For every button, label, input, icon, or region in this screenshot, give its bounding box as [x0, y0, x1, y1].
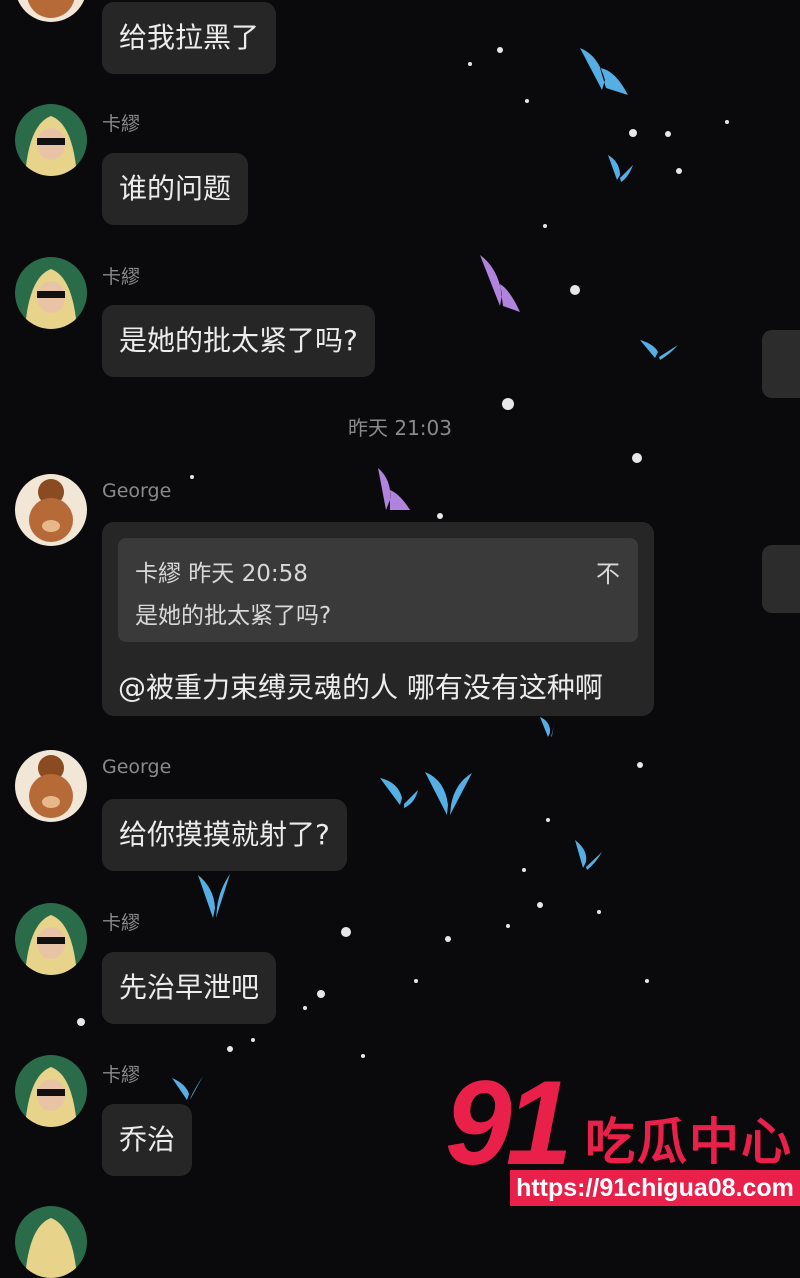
quote-close-glyph[interactable]: 不	[596, 554, 620, 589]
sender-name: 卡繆	[102, 1064, 141, 1086]
quote-header: 卡繆 昨天 20:58	[135, 561, 308, 587]
message-bubble[interactable]: 谁的问题	[102, 153, 249, 225]
blonde-avatar-icon	[15, 1206, 87, 1278]
message-text: 给你摸摸就射了?	[119, 818, 330, 851]
message-bubble[interactable]: 先治早泄吧	[102, 952, 277, 1024]
avatar[interactable]	[15, 750, 87, 822]
sender-name: 卡繆	[102, 113, 141, 135]
message-text: 是她的批太紧了吗?	[119, 324, 358, 357]
message-text: 乔治	[119, 1123, 176, 1156]
message-bubble[interactable]: 乔治	[102, 1104, 193, 1176]
bear-avatar-icon	[15, 750, 87, 822]
quote-body: 是她的批太紧了吗?	[135, 603, 332, 629]
sender-name: 卡繆	[102, 266, 141, 288]
bear-avatar-icon	[15, 0, 87, 22]
butterfly-icon	[378, 255, 520, 510]
sender-name: 卡繆	[102, 912, 141, 934]
avatar[interactable]	[15, 1206, 87, 1278]
watermark-url: https://91chigua08.com	[510, 1170, 800, 1206]
reply-message-bubble[interactable]: 卡繆 昨天 20:58 是她的批太紧了吗? 不 @被重力束缚灵魂的人 哪有没有这…	[102, 522, 654, 716]
watermark-number: 91	[445, 1056, 573, 1190]
watermark-name: 吃瓜中心	[585, 1113, 793, 1171]
blonde-avatar-icon	[15, 257, 87, 329]
message-bubble[interactable]: 给你摸摸就射了?	[102, 799, 347, 871]
avatar[interactable]	[15, 474, 87, 546]
blonde-avatar-icon	[15, 104, 87, 176]
avatar[interactable]	[15, 257, 87, 329]
blonde-avatar-icon	[15, 903, 87, 975]
message-text: @被重力束缚灵魂的人 哪有没有这种啊	[118, 671, 603, 704]
side-handle-top[interactable]	[762, 330, 800, 398]
avatar[interactable]	[15, 1055, 87, 1127]
avatar[interactable]	[15, 104, 87, 176]
bear-avatar-icon	[15, 474, 87, 546]
sender-name: George	[102, 480, 172, 502]
timestamp: 昨天 21:03	[348, 416, 452, 440]
message-bubble[interactable]: 是她的批太紧了吗?	[102, 305, 375, 377]
message-text: 谁的问题	[119, 172, 232, 205]
message-text: 先治早泄吧	[119, 971, 260, 1004]
avatar[interactable]	[15, 903, 87, 975]
side-handle-bottom[interactable]	[762, 545, 800, 613]
message-bubble[interactable]: 给我拉黑了	[102, 2, 277, 74]
message-text: 给我拉黑了	[119, 21, 260, 54]
sender-name: George	[102, 756, 172, 778]
blonde-avatar-icon	[15, 1055, 87, 1127]
quoted-message[interactable]: 卡繆 昨天 20:58 是她的批太紧了吗? 不	[118, 538, 638, 642]
avatar[interactable]	[15, 0, 87, 22]
